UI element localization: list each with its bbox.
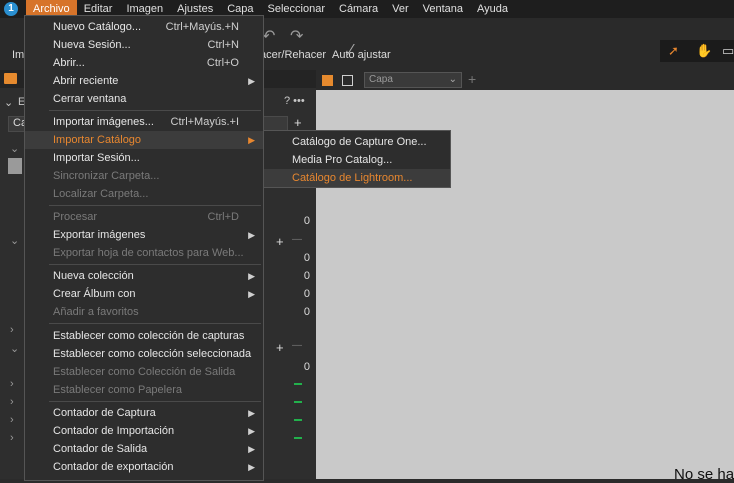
menu-item-sincronizar-carpeta[interactable]: Sincronizar Carpeta... [25,167,263,185]
menu-item-papelera[interactable]: Establecer como Papelera [25,381,263,399]
viewer-message: No se ha [674,466,734,483]
menu-item-exportar-hoja-contactos[interactable]: Exportar hoja de contactos para Web... [25,244,263,262]
submenu-arrow-icon: ▶ [248,289,255,299]
menu-item-procesar[interactable]: Procesar Ctrl+D [25,208,263,226]
menu-item-coleccion-salida[interactable]: Establecer como Colección de Salida [25,363,263,381]
file-menu: Nuevo Catálogo... Ctrl+Mayús.+N Nueva Se… [24,15,264,481]
expand-chevron-icon[interactable]: › [10,414,14,426]
menu-item-contador-salida[interactable]: Contador de Salida ▶ [25,440,263,458]
add-icon[interactable]: + [294,115,302,130]
remove-icon[interactable]: — [292,340,302,351]
expand-chevron-icon[interactable]: › [10,324,14,336]
expand-chevron-icon[interactable]: ⌄ [10,342,19,355]
menu-seleccionar[interactable]: Seleccionar [261,0,332,18]
chevron-down-icon: ⌄ [448,74,457,85]
menu-item-coleccion-capturas[interactable]: Establecer como colección de capturas [25,327,263,345]
app-logo-icon[interactable]: 1 [4,2,18,16]
menu-item-nuevo-catalogo[interactable]: Nuevo Catálogo... Ctrl+Mayús.+N [25,18,263,36]
folder-icon[interactable] [4,73,17,84]
menu-item-contador-importacion[interactable]: Contador de Importación ▶ [25,422,263,440]
menu-item-nueva-coleccion[interactable]: Nueva colección ▶ [25,267,263,285]
menu-item-abrir-reciente[interactable]: Abrir reciente ▶ [25,72,263,90]
menu-separator [49,401,261,402]
expand-chevron-icon[interactable]: › [10,378,14,390]
count: 0 [303,252,310,264]
menu-item-contador-exportacion[interactable]: Contador de exportación ▶ [25,458,263,476]
toolbar-import-label[interactable]: Im [12,49,24,61]
undo-icon[interactable]: ↶ [262,26,275,46]
count: 0 [303,215,310,227]
menu-item-localizar-carpeta[interactable]: Localizar Carpeta... [25,185,263,203]
status-indicator [294,437,302,439]
count: 0 [303,270,310,282]
submenu-item-media-pro[interactable]: Media Pro Catalog... [264,151,450,169]
single-view-icon[interactable] [342,75,353,86]
collapse-chevron-icon[interactable]: ⌄ [4,96,13,109]
status-indicator [294,383,302,385]
submenu-item-lightroom[interactable]: Catálogo de Lightroom... [264,169,450,187]
thumbnail [8,158,22,174]
add-icon[interactable]: + [276,234,284,249]
cursor-tool-icon[interactable]: ➚ [668,43,679,59]
status-indicator [294,401,302,403]
submenu-arrow-icon: ▶ [248,271,255,281]
expand-chevron-icon[interactable]: ⌄ [10,142,19,155]
menu-separator [49,264,261,265]
menu-item-exportar-imagenes[interactable]: Exportar imágenes ▶ [25,226,263,244]
menu-item-importar-sesion[interactable]: Importar Sesión... [25,149,263,167]
menu-ayuda[interactable]: Ayuda [470,0,515,18]
add-icon[interactable]: + [276,340,284,355]
expand-chevron-icon[interactable]: ⌄ [10,234,19,247]
viewer-toolbar: Capa ⌄ + [316,70,734,90]
menu-item-importar-imagenes[interactable]: Importar imágenes... Ctrl+Mayús.+I [25,113,263,131]
auto-adjust-label[interactable]: Auto ajustar [332,49,391,61]
menu-separator [49,110,261,111]
submenu-item-capture-one[interactable]: Catálogo de Capture One... [264,133,450,151]
menu-item-nueva-sesion[interactable]: Nueva Sesión... Ctrl+N [25,36,263,54]
remove-icon[interactable]: — [292,234,302,245]
panel-options-icon[interactable]: ? ••• [284,95,305,107]
menu-item-abrir[interactable]: Abrir... Ctrl+O [25,54,263,72]
submenu-arrow-icon: ▶ [248,230,255,240]
hand-tool-icon[interactable]: ✋ [696,43,712,59]
redo-icon[interactable]: ↷ [290,26,303,46]
menu-item-anadir-favoritos[interactable]: Añadir a favoritos [25,303,263,321]
add-layer-icon[interactable]: + [468,71,476,87]
submenu-arrow-icon: ▶ [248,462,255,472]
count: 0 [303,306,310,318]
menu-ventana[interactable]: Ventana [416,0,470,18]
undo-redo-label: acer/Rehacer [260,49,327,61]
cursor-tools: ➚ ✋ ▭ [660,40,734,62]
submenu-arrow-icon: ▶ [248,76,255,86]
menu-item-contador-captura[interactable]: Contador de Captura ▶ [25,404,263,422]
menu-item-coleccion-seleccionada[interactable]: Establecer como colección seleccionada [25,345,263,363]
submenu-arrow-icon: ▶ [248,135,255,145]
count: 0 [303,361,310,373]
menu-item-cerrar-ventana[interactable]: Cerrar ventana [25,90,263,108]
menu-item-importar-catalogo[interactable]: Importar Catálogo ▶ [25,131,263,149]
submenu-arrow-icon: ▶ [248,444,255,454]
grid-view-icon[interactable] [322,75,333,86]
import-catalog-submenu: Catálogo de Capture One... Media Pro Cat… [263,130,451,188]
crop-tool-icon[interactable]: ▭ [722,43,734,59]
menu-item-crear-album[interactable]: Crear Álbum con ▶ [25,285,263,303]
menu-camara[interactable]: Cámara [332,0,385,18]
status-indicator [294,419,302,421]
expand-chevron-icon[interactable]: › [10,432,14,444]
layer-select[interactable]: Capa ⌄ [364,72,462,88]
menu-separator [49,323,261,324]
count: 0 [303,288,310,300]
submenu-arrow-icon: ▶ [248,408,255,418]
menu-separator [49,205,261,206]
expand-chevron-icon[interactable]: › [10,396,14,408]
menu-ver[interactable]: Ver [385,0,416,18]
submenu-arrow-icon: ▶ [248,426,255,436]
